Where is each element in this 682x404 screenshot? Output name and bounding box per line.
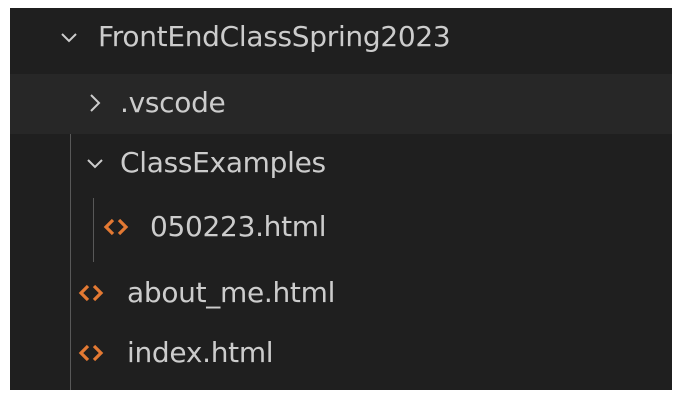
tree-item-file-index[interactable]: index.html	[10, 324, 672, 384]
tree-item-classexamples-folder[interactable]: ClassExamples	[10, 134, 672, 194]
tree-item-root-folder[interactable]: FrontEndClassSpring2023	[10, 8, 672, 68]
html-file-icon	[102, 215, 130, 239]
tree-item-file-about-me[interactable]: about_me.html	[10, 264, 672, 324]
chevron-down-icon[interactable]	[83, 151, 107, 175]
file-label: 050223.html	[150, 210, 327, 243]
chevron-right-icon[interactable]	[83, 91, 107, 115]
file-explorer: FrontEndClassSpring2023 .vscode ClassExa…	[10, 8, 672, 390]
file-label: index.html	[127, 336, 274, 369]
folder-label: ClassExamples	[120, 146, 326, 179]
folder-label: .vscode	[120, 86, 226, 119]
tree-item-file-050223[interactable]: 050223.html	[10, 198, 672, 258]
html-file-icon	[77, 341, 105, 365]
tree-item-vscode-folder[interactable]: .vscode	[10, 74, 672, 134]
chevron-down-icon[interactable]	[57, 25, 81, 49]
root-folder-label: FrontEndClassSpring2023	[98, 20, 451, 53]
file-label: about_me.html	[127, 276, 336, 309]
html-file-icon	[77, 281, 105, 305]
